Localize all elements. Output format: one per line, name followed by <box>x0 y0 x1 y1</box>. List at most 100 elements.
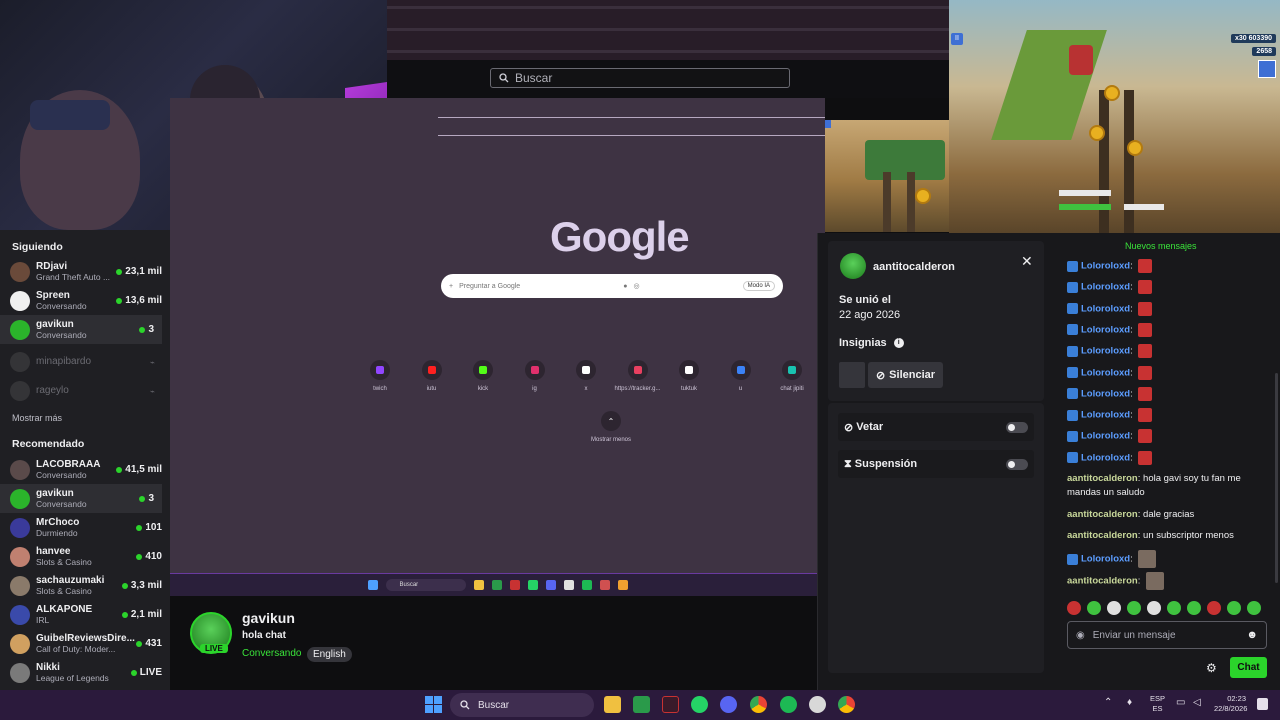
show-more-link[interactable]: Mostrar más <box>12 413 62 423</box>
offline-channel-row[interactable]: rageylo ⌁ <box>0 376 170 405</box>
emote[interactable] <box>1187 601 1201 615</box>
app-icon[interactable] <box>633 696 650 713</box>
channel-row[interactable]: Nikki League of Legends LIVE <box>0 658 170 687</box>
emote[interactable] <box>1147 601 1161 615</box>
emote[interactable] <box>1146 571 1165 590</box>
channel-row[interactable]: sachauzumaki Slots & Casino 3,3 mil <box>0 571 170 600</box>
timeout-toggle[interactable] <box>1006 458 1028 470</box>
spotify-icon[interactable] <box>780 696 797 713</box>
app-icon[interactable] <box>809 696 826 713</box>
search-input[interactable]: Buscar <box>490 68 790 88</box>
emote[interactable] <box>1138 386 1153 401</box>
channel-row[interactable]: GuibelReviewsDire... Call of Duty: Moder.… <box>0 629 170 658</box>
emote[interactable] <box>1087 601 1101 615</box>
channel-name[interactable]: gavikun <box>242 610 295 626</box>
stream-tag[interactable]: English <box>307 647 352 662</box>
discord-icon[interactable] <box>720 696 737 713</box>
chat-username[interactable]: Loloroloxd <box>1081 388 1130 399</box>
windows-start-icon[interactable] <box>425 696 442 713</box>
channel-row[interactable]: Spreen Conversando 13,6 mil <box>0 286 170 315</box>
offline-channel-row[interactable]: minapibardo ⌁ <box>0 347 170 376</box>
chat-username[interactable]: Loloroloxd <box>1081 452 1130 463</box>
close-icon[interactable]: ✕ <box>1021 253 1033 270</box>
chat-username[interactable]: Loloroloxd <box>1081 554 1130 565</box>
emote[interactable] <box>1067 601 1081 615</box>
chat-username[interactable]: Loloroloxd <box>1081 367 1130 378</box>
user-name[interactable]: aantitocalderon <box>873 261 955 273</box>
ban-toggle[interactable] <box>1006 421 1028 433</box>
emote[interactable] <box>1127 601 1141 615</box>
shortcut-tile[interactable]: iutu <box>407 360 457 392</box>
mic-icon[interactable]: ♦ <box>1127 697 1132 708</box>
gear-icon[interactable]: ⚙ <box>1206 661 1217 675</box>
channel-row[interactable]: hanvee Slots & Casino 410 <box>0 542 170 571</box>
chat-scrollbar[interactable] <box>1275 373 1278 583</box>
app-icon[interactable] <box>662 696 679 713</box>
shortcut-tile[interactable]: chat jipiti <box>767 360 817 392</box>
emote[interactable] <box>1138 322 1153 337</box>
notification-icon[interactable] <box>1257 698 1268 710</box>
emote[interactable] <box>1138 301 1153 316</box>
chat-username[interactable]: aantitocalderon <box>1067 473 1138 484</box>
chat-username[interactable]: Loloroloxd <box>1081 282 1130 293</box>
chat-input[interactable]: ◉ Enviar un mensaje ☻ <box>1067 621 1267 649</box>
chat-username[interactable]: aantitocalderon <box>1067 530 1138 541</box>
info-icon[interactable]: i <box>893 338 904 348</box>
shortcut-tile[interactable]: x <box>561 360 611 392</box>
shortcut-tile[interactable]: https://tracker.g... <box>613 360 663 392</box>
emote[interactable] <box>1138 280 1153 295</box>
emote[interactable] <box>1247 601 1261 615</box>
emote[interactable] <box>1138 344 1153 359</box>
chat-send-button[interactable]: Chat <box>1230 657 1267 678</box>
show-less-button[interactable]: ⌃ Mostrar menos <box>586 411 636 443</box>
emote[interactable] <box>1138 408 1153 423</box>
channel-row[interactable]: RDjavi Grand Theft Auto ... 23,1 mil <box>0 257 170 286</box>
channel-row[interactable]: gavikun Conversando 3 <box>0 484 162 513</box>
emote[interactable] <box>1138 450 1153 465</box>
emote[interactable] <box>1207 601 1221 615</box>
taskbar-search[interactable]: Buscar <box>450 693 594 717</box>
emote[interactable] <box>1138 550 1157 569</box>
emote[interactable] <box>1138 365 1153 380</box>
channel-row[interactable]: gavikun Conversando 3 <box>0 315 162 344</box>
whatsapp-icon[interactable] <box>691 696 708 713</box>
points-icon[interactable]: ◉ <box>1076 630 1085 641</box>
channel-row[interactable]: MrChoco Durmiendo 101 <box>0 513 170 542</box>
channel-row[interactable]: ALKAPONE IRL 2,1 mil <box>0 600 170 629</box>
emote[interactable] <box>1227 601 1241 615</box>
new-messages-label[interactable]: Nuevos mensajes <box>1125 241 1197 251</box>
ai-mode-button[interactable]: Modo IA <box>742 281 775 291</box>
badge-slot[interactable] <box>839 362 865 388</box>
channel-row[interactable]: LACOBRAAA Conversando 41,5 mil <box>0 455 170 484</box>
chrome-icon[interactable] <box>750 696 767 713</box>
volume-icon[interactable]: ◁ <box>1193 697 1201 708</box>
shortcut-tile[interactable]: ig <box>510 360 560 392</box>
chat-username[interactable]: Loloroloxd <box>1081 324 1130 335</box>
file-explorer-icon[interactable] <box>604 696 621 713</box>
emote[interactable] <box>1107 601 1121 615</box>
chat-username[interactable]: aantitocalderon <box>1067 575 1138 586</box>
shortcut-tile[interactable]: u <box>716 360 766 392</box>
emote[interactable] <box>1138 259 1153 273</box>
shortcut-tile[interactable]: twich <box>355 360 405 392</box>
shortcut-tile[interactable]: kick <box>458 360 508 392</box>
user-avatar[interactable] <box>840 253 866 279</box>
network-icon[interactable]: ▭ <box>1176 697 1185 708</box>
emoji-icon[interactable]: ☻ <box>1246 629 1258 641</box>
stream-category[interactable]: Conversando <box>242 648 301 659</box>
chrome-icon[interactable] <box>838 696 855 713</box>
lens-icon[interactable]: ◎ <box>633 282 639 290</box>
emote[interactable] <box>1167 601 1181 615</box>
google-search-box[interactable]: + Preguntar a Google ● ◎ Modo IA <box>441 274 783 298</box>
system-clock[interactable]: 02:23 22/8/2026 <box>1214 694 1247 714</box>
chat-username[interactable]: Loloroloxd <box>1081 431 1130 442</box>
chevron-up-icon[interactable]: ⌃ <box>1104 697 1112 708</box>
mute-button[interactable]: ⊘ Silenciar <box>868 362 943 388</box>
chat-username[interactable]: Loloroloxd <box>1081 261 1130 272</box>
chat-username[interactable]: aantitocalderon <box>1067 509 1138 520</box>
chat-username[interactable]: Loloroloxd <box>1081 346 1130 357</box>
mic-icon[interactable]: ● <box>623 283 627 290</box>
shortcut-tile[interactable]: tuktuk <box>664 360 714 392</box>
chat-username[interactable]: Loloroloxd <box>1081 303 1130 314</box>
language-indicator[interactable]: ESP ES <box>1150 694 1165 714</box>
